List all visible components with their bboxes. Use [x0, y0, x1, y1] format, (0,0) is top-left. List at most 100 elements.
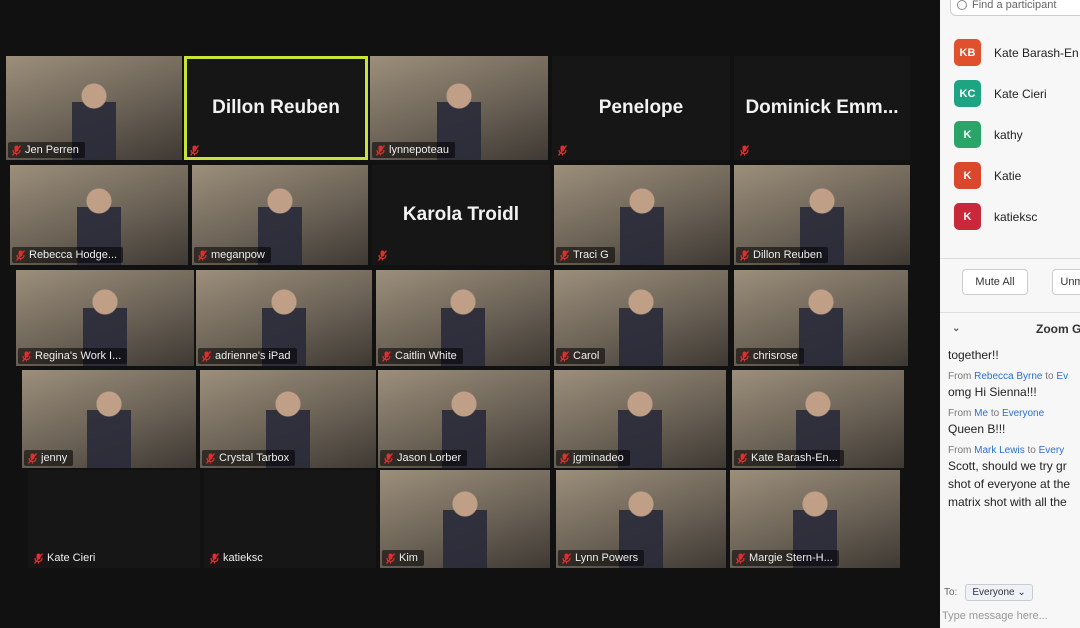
participant-tile[interactable]: Margie Stern-H...: [730, 470, 900, 568]
avatar: K: [954, 162, 981, 189]
participant-name: Carol: [573, 350, 600, 362]
chat-messages: together!! From Rebecca Byrne to Ev omg Hi…: [948, 345, 1080, 510]
muted-mic-icon: [33, 552, 44, 564]
participant-name: Kate Barash-En...: [751, 452, 838, 464]
participant-search-input[interactable]: Find a participant: [950, 0, 1080, 16]
participant-name: Jason Lorber: [397, 452, 462, 464]
participant-name: Kate Cieri: [47, 552, 96, 564]
participant-tile[interactable]: Kate Barash-En...: [732, 370, 904, 468]
participant-name-label: Kate Barash-En...: [734, 450, 844, 466]
participant-tile[interactable]: Dillon Reuben: [734, 165, 910, 265]
muted-mic-icon: [561, 552, 572, 564]
participant-name: Lynn Powers: [575, 552, 639, 564]
muted-mic-icon: [735, 552, 746, 564]
participant-list-item[interactable]: K Katie: [954, 155, 1080, 196]
participant-name-label: Carol: [556, 348, 606, 364]
participant-tile[interactable]: Kate Cieri: [28, 470, 200, 568]
recipient-select[interactable]: Everyone ⌄: [965, 584, 1033, 601]
participant-tile[interactable]: Crystal Tarbox: [200, 370, 376, 468]
participant-tile[interactable]: katieksc: [204, 470, 376, 568]
muted-mic-icon: [739, 249, 750, 261]
participant-name-label: jenny: [24, 450, 74, 466]
participant-name-label: Regina's Work I...: [18, 348, 128, 364]
muted-mic-icon: [201, 350, 212, 362]
participant-list: KB Kate Barash-En KC Kate Cieri Kkathy K Katie…: [954, 32, 1080, 237]
participant-name: lynnepoteau: [389, 144, 449, 156]
muted-mic-icon: [381, 350, 392, 362]
chat-message-text: matrix shot with all the: [948, 495, 1067, 509]
mute-all-button[interactable]: Mute All: [962, 269, 1028, 295]
participant-tile[interactable]: adrienne's iPad: [196, 270, 372, 366]
participant-big-name: Dillon Reuben: [212, 97, 340, 118]
participant-tile[interactable]: Rebecca Hodge...: [10, 165, 188, 265]
participant-name: Dillon Reuben: [753, 249, 823, 261]
participant-tile[interactable]: Regina's Work I...: [16, 270, 194, 366]
participant-tile[interactable]: Dominick Emm...: [734, 56, 910, 160]
chat-message-input[interactable]: Type message here...: [942, 610, 1080, 622]
chat-message-text: Scott, should we try gr: [948, 459, 1067, 473]
participant-name-label: Margie Stern-H...: [732, 550, 839, 566]
participant-tile[interactable]: jenny: [22, 370, 196, 468]
participant-tile[interactable]: Traci G: [554, 165, 730, 265]
participant-tile[interactable]: Jen Perren: [6, 56, 182, 160]
participant-tile[interactable]: Caitlin White: [376, 270, 550, 366]
muted-mic-icon: [375, 144, 386, 156]
muted-mic-icon: [557, 145, 568, 156]
participant-name-label: lynnepoteau: [372, 142, 455, 158]
participant-tile[interactable]: lynnepoteau: [370, 56, 548, 160]
participant-tile[interactable]: chrisrose: [734, 270, 908, 366]
chat-message-header: From Mark Lewis to Every: [948, 445, 1080, 456]
muted-mic-icon: [21, 350, 32, 362]
participant-big-name: Penelope: [598, 97, 684, 118]
muted-mic-icon: [383, 452, 394, 464]
chat-message-text: Queen B!!!: [948, 422, 1006, 436]
participant-list-item[interactable]: KC Kate Cieri: [954, 73, 1080, 114]
participant-name-label: meganpow: [194, 247, 271, 263]
muted-mic-icon: [15, 249, 26, 261]
chat-title: Zoom G: [1036, 322, 1080, 336]
unmute-all-button[interactable]: Unm: [1052, 269, 1080, 295]
participant-list-item[interactable]: KB Kate Barash-En: [954, 32, 1080, 73]
participant-name: Caitlin White: [395, 350, 457, 362]
to-word: to: [990, 408, 1000, 419]
sender-name: Mark Lewis: [974, 445, 1025, 456]
avatar: K: [954, 203, 981, 230]
participant-list-item[interactable]: Kkatieksc: [954, 196, 1080, 237]
participant-name: Margie Stern-H...: [749, 552, 833, 564]
participant-name-label: adrienne's iPad: [198, 348, 297, 364]
chat-header: ⌄ Zoom G: [940, 318, 1080, 342]
avatar: KC: [954, 80, 981, 107]
recipient-name: Everyone: [1001, 408, 1045, 419]
participant-tile[interactable]: Lynn Powers: [556, 470, 726, 568]
participant-name: chrisrose: [753, 350, 798, 362]
participant-list-name: Kate Cieri: [994, 86, 1047, 101]
participant-name-label: Lynn Powers: [558, 550, 645, 566]
participant-list-name: kathy: [994, 127, 1023, 142]
participant-tile[interactable]: meganpow: [192, 165, 368, 265]
avatar: KB: [954, 39, 981, 66]
muted-mic-icon: [559, 249, 570, 261]
participant-name-label: [374, 248, 393, 263]
video-feed: [611, 286, 671, 366]
participant-list-name: Katie: [994, 168, 1022, 183]
muted-mic-icon: [205, 452, 216, 464]
participant-name: Kim: [399, 552, 418, 564]
participant-list-name: katieksc: [994, 209, 1038, 224]
participant-list-item[interactable]: Kkathy: [954, 114, 1080, 155]
participant-tile[interactable]: jgminadeo: [554, 370, 726, 468]
chevron-down-icon[interactable]: ⌄: [952, 323, 960, 334]
participant-tile[interactable]: Kim: [380, 470, 550, 568]
participant-name-label: Crystal Tarbox: [202, 450, 296, 466]
muted-mic-icon: [27, 452, 38, 464]
participant-name: Jen Perren: [25, 144, 79, 156]
participant-tile[interactable]: Jason Lorber: [378, 370, 550, 468]
participant-tile[interactable]: Dillon Reuben: [184, 56, 368, 160]
recipient-value: Everyone: [972, 587, 1015, 598]
participant-tile[interactable]: Carol: [554, 270, 728, 366]
participant-tile[interactable]: Penelope: [552, 56, 730, 160]
muted-mic-icon: [739, 350, 750, 362]
divider: [940, 258, 1080, 259]
video-gallery: Jen Perren Dillon Reuben lynnepoteau Penelo…: [0, 0, 940, 628]
from-label: From: [948, 445, 972, 456]
participant-tile[interactable]: Karola Troidl: [372, 165, 550, 265]
